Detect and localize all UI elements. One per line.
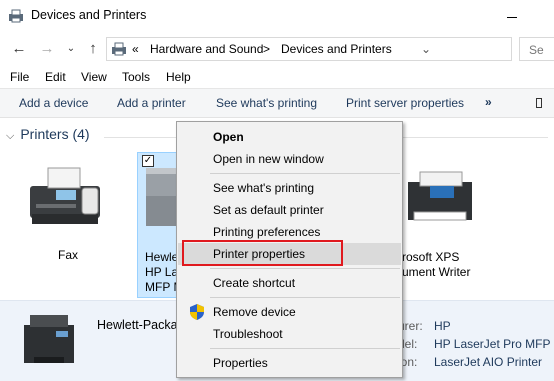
breadcrumb-hardware-and-sound[interactable]: Hardware and Sound <box>150 42 263 56</box>
device-label-xps-line1: rosoft XPS <box>402 250 460 264</box>
selected-device-name: Hewlett-Packa <box>97 318 178 332</box>
menu-item-set-default-label: Set as default printer <box>213 203 324 217</box>
menu-item-open-label: Open <box>213 130 244 144</box>
menu-item-see-whats-printing[interactable]: See what's printing <box>178 177 401 199</box>
view-options-icon[interactable] <box>536 98 542 108</box>
menu-help[interactable]: Help <box>166 70 191 84</box>
detail-value-description: LaserJet AIO Printer <box>434 355 543 369</box>
navigation-bar: ← → ⌄ ↑ « Hardware and Sound > Devices a… <box>0 32 554 66</box>
devices-and-printers-icon <box>9 9 23 23</box>
menu-edit[interactable]: Edit <box>45 70 66 84</box>
breadcrumb-separator[interactable]: > <box>263 42 270 56</box>
device-label-xps: rosoft XPS ument Writer <box>402 250 470 280</box>
uac-shield-icon <box>190 304 204 320</box>
menu-item-open-new-window-label: Open in new window <box>213 152 324 166</box>
menu-view[interactable]: View <box>81 70 107 84</box>
control-panel-icon <box>112 42 126 56</box>
hp-printer-large-icon <box>24 315 74 363</box>
menu-item-remove-device[interactable]: Remove device <box>178 301 401 323</box>
collapse-chevron-icon[interactable]: ⌵ <box>6 130 14 143</box>
window-title: Devices and Printers <box>31 8 147 22</box>
menu-item-properties[interactable]: Properties <box>178 352 401 374</box>
device-label-fax: Fax <box>57 248 78 262</box>
address-bar[interactable]: « Hardware and Sound > Devices and Print… <box>106 37 512 61</box>
detail-value-model: HP LaserJet Pro MFP <box>434 337 551 351</box>
menu-separator <box>210 268 400 269</box>
back-button[interactable]: ← <box>10 40 28 58</box>
xps-printer-icon <box>408 171 472 221</box>
breadcrumb-overflow[interactable]: « <box>132 42 139 56</box>
forward-button[interactable]: → <box>38 40 56 58</box>
menu-item-troubleshoot[interactable]: Troubleshoot <box>178 323 401 345</box>
menu-separator <box>210 173 400 174</box>
hp-printer-icon <box>146 168 180 226</box>
print-server-properties-button[interactable]: Print server properties <box>346 96 464 110</box>
search-input[interactable]: Se <box>519 37 554 61</box>
menu-separator <box>210 348 400 349</box>
minimize-button[interactable] <box>505 10 519 24</box>
menu-item-properties-label: Properties <box>213 356 268 370</box>
see-whats-printing-button[interactable]: See what's printing <box>216 96 317 110</box>
menu-tools[interactable]: Tools <box>122 70 150 84</box>
menu-item-troubleshoot-label: Troubleshoot <box>213 327 283 341</box>
address-dropdown-chevron-icon[interactable]: ⌄ <box>421 42 431 56</box>
fax-icon <box>30 167 100 224</box>
add-a-device-button[interactable]: Add a device <box>19 96 88 110</box>
menu-item-open-in-new-window[interactable]: Open in new window <box>178 148 401 170</box>
highlight-annotation-box <box>182 240 343 266</box>
menu-bar: File Edit View Tools Help <box>0 66 554 88</box>
menu-item-set-default-printer[interactable]: Set as default printer <box>178 199 401 221</box>
detail-value-manufacturer: HP <box>434 319 451 333</box>
title-bar: Devices and Printers <box>0 0 554 32</box>
device-label-xps-line2: ument Writer <box>402 265 471 279</box>
menu-file[interactable]: File <box>10 70 29 84</box>
search-placeholder: Se <box>529 43 544 57</box>
menu-separator <box>210 297 400 298</box>
menu-item-create-shortcut-label: Create shortcut <box>213 276 296 290</box>
menu-item-create-shortcut[interactable]: Create shortcut <box>178 272 401 294</box>
context-menu: Open Open in new window See what's print… <box>176 121 403 378</box>
command-bar: Add a device Add a printer See what's pr… <box>0 88 554 118</box>
printers-group-title: Printers (4) <box>20 126 90 142</box>
breadcrumb-devices-and-printers[interactable]: Devices and Printers <box>281 42 392 56</box>
more-commands-chevron-icon[interactable]: » <box>485 95 492 109</box>
printers-group-header[interactable]: ⌵ Printers (4) <box>6 126 90 143</box>
device-fax[interactable]: Fax <box>18 154 118 304</box>
menu-item-open[interactable]: Open <box>178 126 401 148</box>
recent-locations-chevron-icon[interactable]: ⌄ <box>62 40 80 58</box>
menu-item-remove-device-label: Remove device <box>213 305 296 319</box>
up-button[interactable]: ↑ <box>84 40 102 58</box>
menu-item-see-printing-label: See what's printing <box>213 181 315 195</box>
menu-item-printing-prefs-label: Printing preferences <box>213 225 321 239</box>
add-a-printer-button[interactable]: Add a printer <box>117 96 186 110</box>
